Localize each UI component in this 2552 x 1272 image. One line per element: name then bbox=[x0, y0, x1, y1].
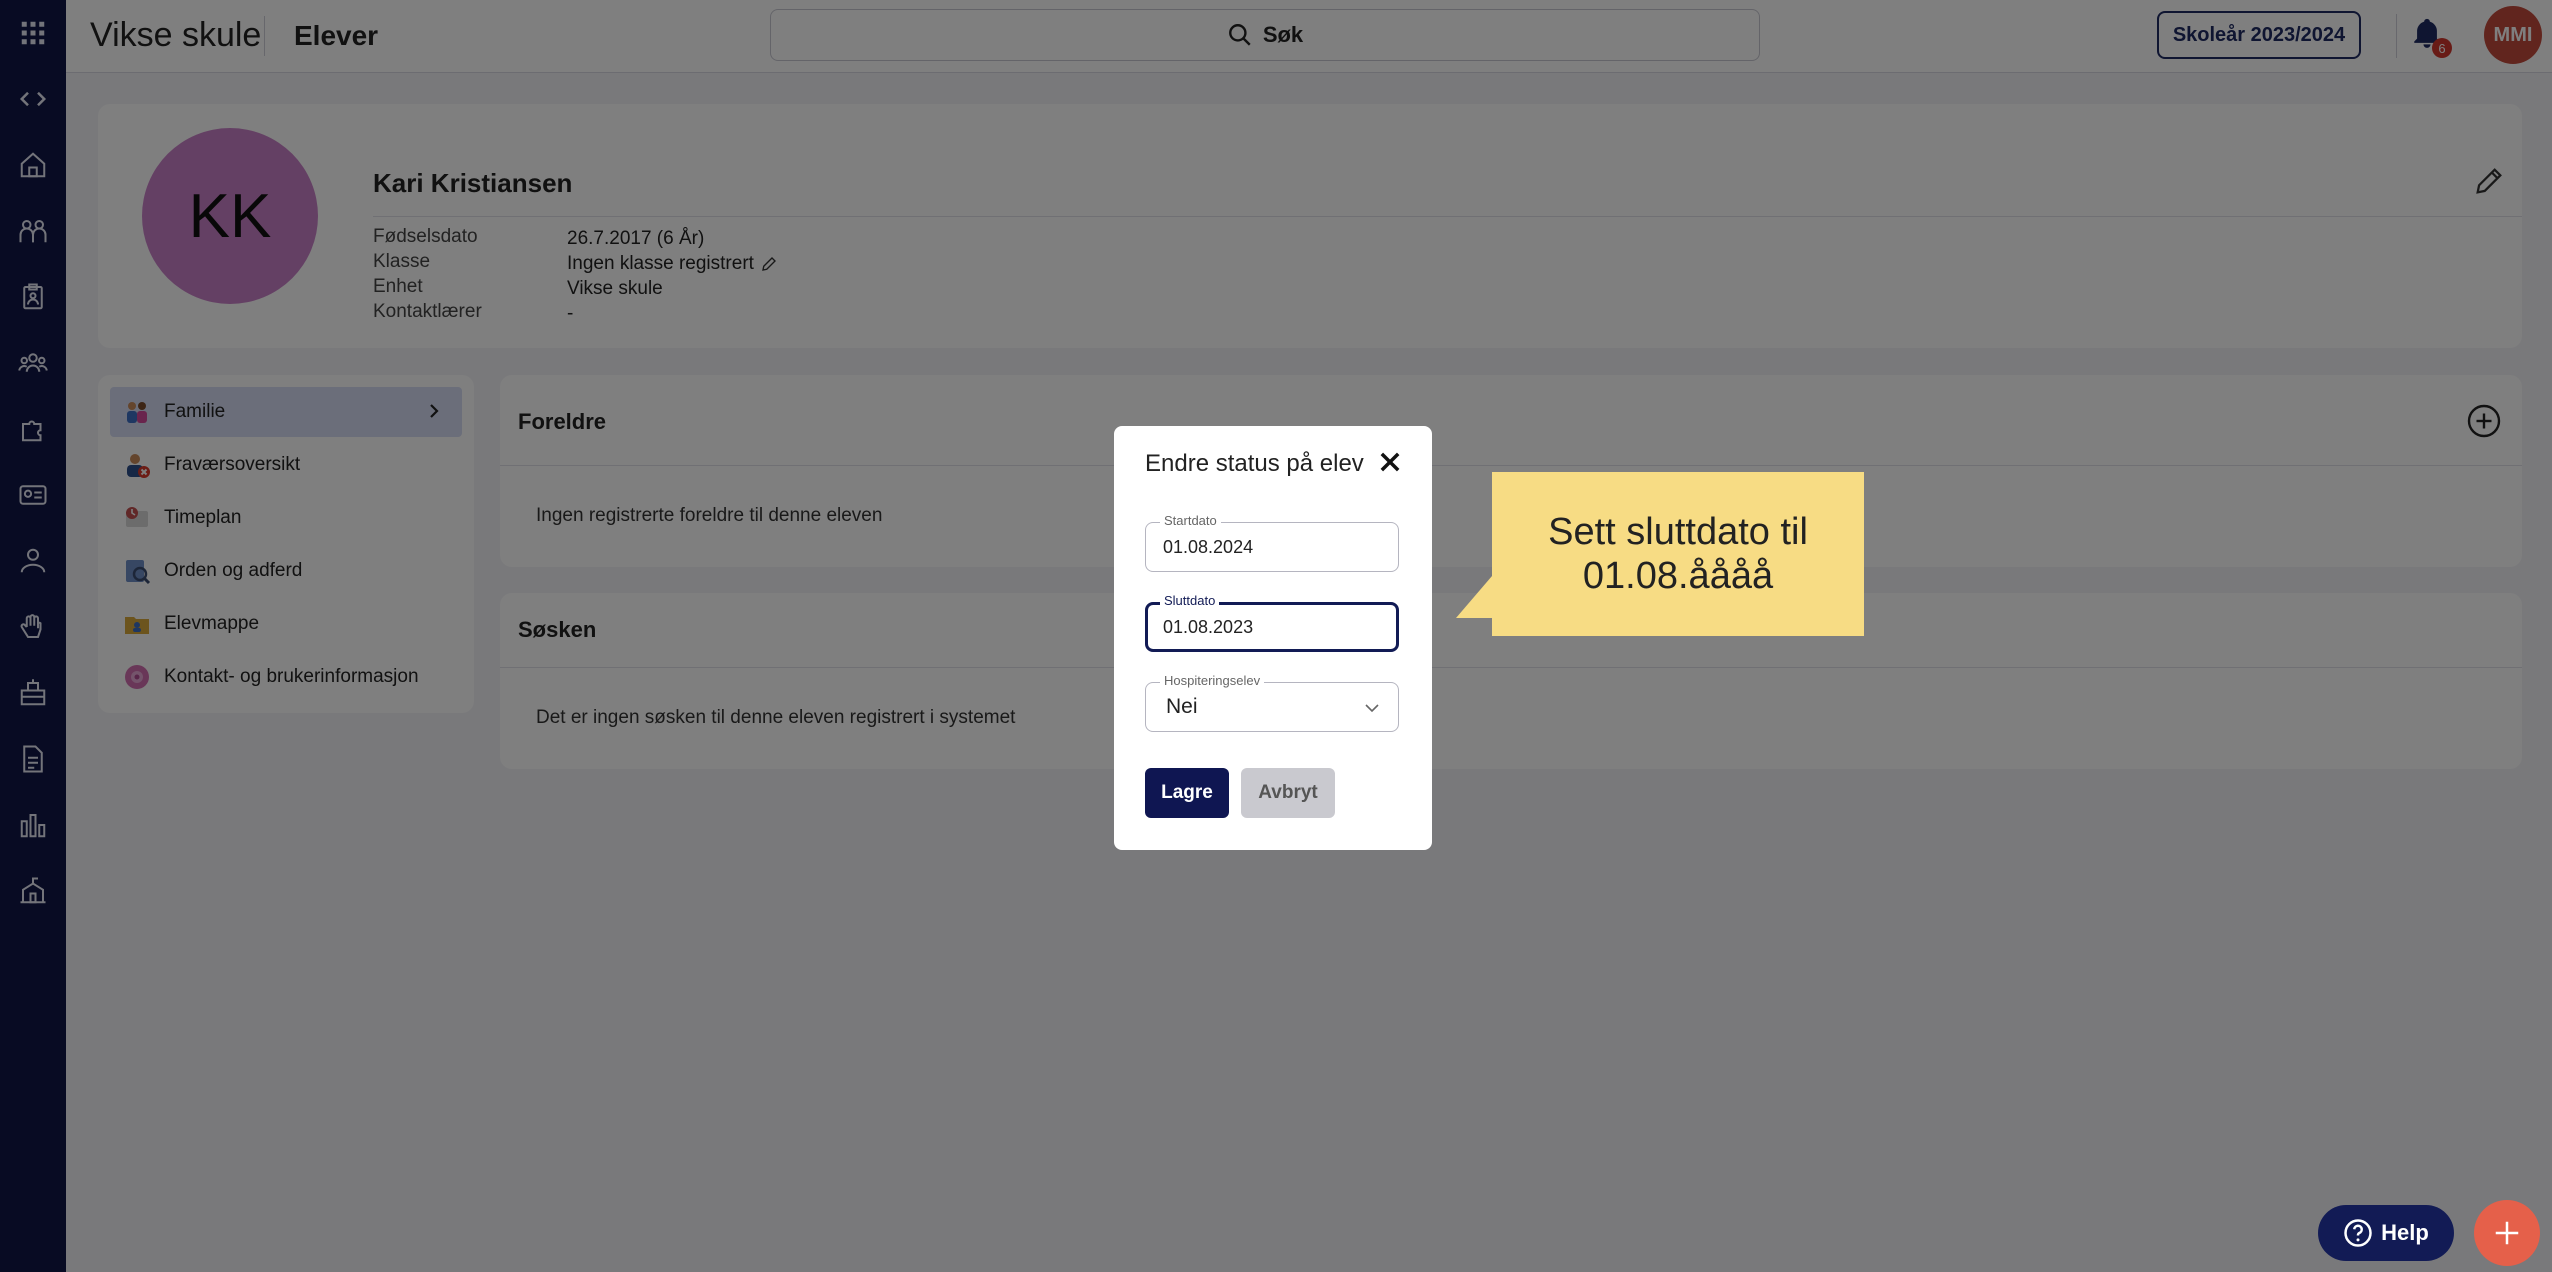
chevron-down-icon bbox=[1365, 704, 1379, 713]
dialog-title: Endre status på elev bbox=[1145, 450, 1364, 477]
end-date-field[interactable]: Sluttdato 01.08.2023 bbox=[1145, 593, 1399, 652]
callout-line-1: Sett sluttdato til bbox=[1548, 511, 1808, 553]
help-circle-icon bbox=[2344, 1219, 2372, 1247]
callout-line-2: 01.08.åååå bbox=[1582, 555, 1774, 597]
start-date-label: Startdato bbox=[1160, 513, 1221, 528]
end-date-label: Sluttdato bbox=[1160, 593, 1220, 608]
hospitation-select[interactable]: Hospiteringselev Nei bbox=[1145, 673, 1399, 732]
help-label: Help bbox=[2381, 1220, 2429, 1245]
plus-icon bbox=[2495, 1221, 2519, 1245]
cancel-button[interactable]: Avbryt bbox=[1241, 768, 1335, 818]
save-button[interactable]: Lagre bbox=[1145, 768, 1229, 818]
add-fab-button[interactable] bbox=[2474, 1200, 2540, 1266]
hospitation-value: Nei bbox=[1166, 695, 1198, 718]
tutorial-callout: Sett sluttdato til 01.08.åååå bbox=[1492, 472, 1864, 636]
close-icon[interactable] bbox=[1376, 448, 1404, 476]
help-button[interactable]: Help bbox=[2318, 1205, 2454, 1261]
hospitation-label: Hospiteringselev bbox=[1160, 673, 1265, 688]
callout-pointer bbox=[1456, 576, 1492, 618]
change-status-dialog: Endre status på elev Startdato 01.08.202… bbox=[1114, 426, 1432, 850]
start-date-field[interactable]: Startdato 01.08.2024 bbox=[1145, 513, 1399, 572]
start-date-value: 01.08.2024 bbox=[1163, 537, 1254, 557]
end-date-value: 01.08.2023 bbox=[1163, 617, 1254, 637]
